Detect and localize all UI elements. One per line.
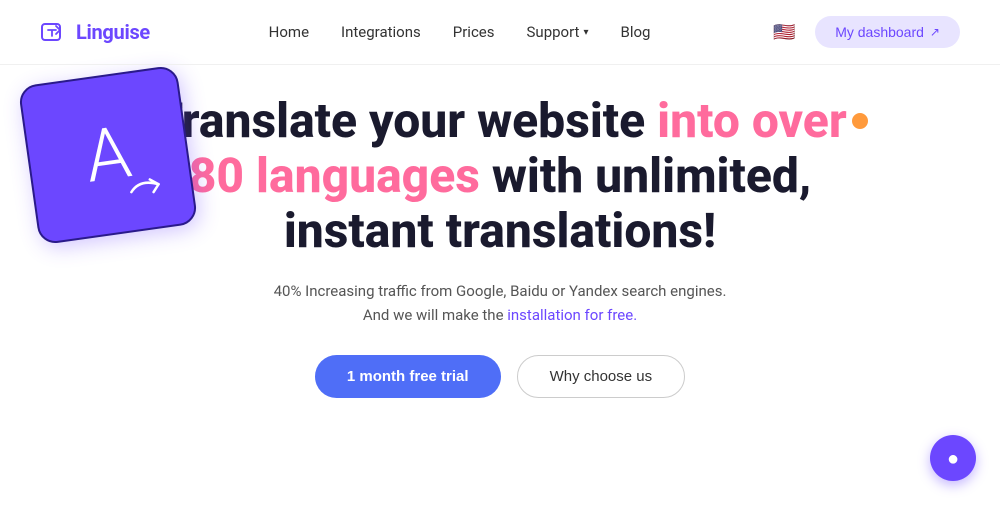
nav-prices[interactable]: Prices [453,23,495,41]
free-trial-button[interactable]: 1 month free trial [315,355,501,398]
external-link-icon: ↗ [930,25,940,39]
navbar: Linguise Home Integrations Prices Suppor… [0,0,1000,65]
translate-card-illustration: A [18,65,199,246]
nav-integrations[interactable]: Integrations [341,23,421,41]
dashboard-button[interactable]: My dashboard ↗ [815,16,960,48]
chevron-down-icon: ▾ [583,27,588,38]
hero-buttons: 1 month free trial Why choose us [315,355,685,398]
chat-bubble-button[interactable]: ● [930,435,976,481]
nav-right: 🇺🇸 My dashboard ↗ [769,16,960,48]
language-flag-icon[interactable]: 🇺🇸 [769,22,799,42]
nav-support[interactable]: Support ▾ [527,23,589,41]
hero-title: Translate your website into over 80 lang… [140,93,860,259]
logo[interactable]: Linguise [40,18,150,46]
logo-text: Linguise [76,20,150,44]
why-choose-us-button[interactable]: Why choose us [517,355,686,398]
chat-icon: ● [947,446,959,471]
nav-home[interactable]: Home [269,23,309,41]
nav-links: Home Integrations Prices Support ▾ Blog [269,23,651,41]
hero-subtitle: 40% Increasing traffic from Google, Baid… [274,279,727,327]
installation-link[interactable]: installation for free. [507,306,637,324]
nav-blog[interactable]: Blog [620,23,650,41]
orange-dot-decoration [852,113,868,129]
hero-section: A Translate your website into over 80 la… [0,65,1000,398]
